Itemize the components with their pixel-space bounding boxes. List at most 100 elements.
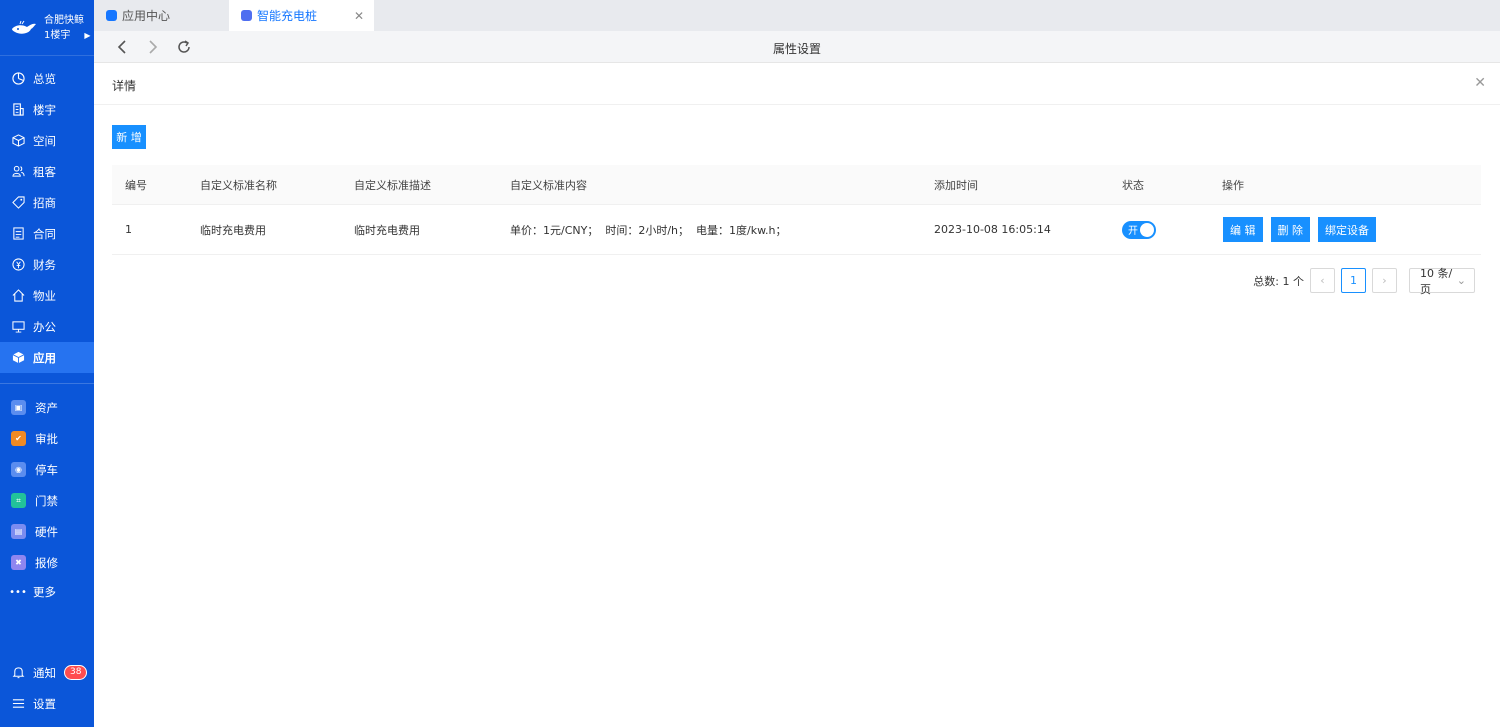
- sidebar-settings[interactable]: 设置: [0, 688, 94, 719]
- sidebar-item-building[interactable]: 楼宇: [0, 94, 94, 125]
- app-cube-icon: [11, 351, 25, 365]
- page-size-value: 10 条/页: [1420, 266, 1453, 296]
- sidebar-item-label: 审批: [35, 431, 58, 446]
- bell-icon: [11, 666, 25, 680]
- approval-icon: ✔: [11, 431, 26, 446]
- sidebar-item-space[interactable]: 空间: [0, 125, 94, 156]
- sidebar-item-label: 租客: [33, 164, 56, 179]
- bottom-nav: 通知 38 设置: [0, 657, 94, 719]
- close-icon[interactable]: ✕: [1474, 75, 1486, 91]
- row-id: 1: [125, 223, 132, 236]
- asset-icon: ▣: [11, 400, 26, 415]
- edit-button[interactable]: 编 辑: [1223, 217, 1263, 242]
- sidebar-app-hardware[interactable]: ▤ 硬件: [0, 516, 94, 547]
- data-table: 编号 自定义标准名称 自定义标准描述 自定义标准内容 添加时间 状态 操作 1 …: [112, 165, 1481, 255]
- building-icon: [11, 103, 25, 117]
- sidebar-item-property[interactable]: 物业: [0, 280, 94, 311]
- sidebar-item-tenant[interactable]: 租客: [0, 156, 94, 187]
- tab-app-center[interactable]: 应用中心: [94, 0, 228, 31]
- document-icon: [11, 227, 25, 241]
- sidebar-item-label: 报修: [35, 555, 58, 570]
- currency-icon: [11, 258, 25, 272]
- sidebar-item-contract[interactable]: 合同: [0, 218, 94, 249]
- status-cell: 开: [1122, 205, 1156, 254]
- sidebar-item-label: 物业: [33, 288, 56, 303]
- row-name: 临时充电费用: [200, 223, 266, 237]
- sidebar-more[interactable]: ••• 更多: [0, 578, 94, 606]
- sidebar-item-apps[interactable]: 应用: [0, 342, 94, 373]
- status-toggle[interactable]: 开: [1122, 220, 1156, 239]
- home-icon: [11, 289, 25, 303]
- repair-icon: ✖: [11, 555, 26, 570]
- table-header: 编号 自定义标准名称 自定义标准描述 自定义标准内容 添加时间 状态 操作: [112, 165, 1481, 205]
- building-name: 1楼宇: [44, 29, 71, 41]
- tab-label: 应用中心: [122, 9, 171, 23]
- tab-charging-pile[interactable]: 智能充电桩 ✕: [229, 0, 374, 31]
- delete-button[interactable]: 删 除: [1270, 217, 1310, 242]
- page-title: 属性设置: [772, 42, 821, 56]
- tag-icon: [11, 196, 25, 210]
- close-icon[interactable]: ✕: [354, 9, 364, 23]
- users-icon: [11, 165, 25, 179]
- next-page-button[interactable]: ›: [1372, 268, 1397, 293]
- sidebar-item-label: 空间: [33, 133, 56, 148]
- add-button[interactable]: 新 增: [112, 125, 146, 149]
- sidebar-item-label: 财务: [33, 257, 56, 272]
- column-header: 操作: [1222, 178, 1244, 192]
- chevron-right-icon: ›: [1382, 274, 1387, 287]
- sidebar-item-overview[interactable]: 总览: [0, 63, 94, 94]
- sidebar-item-finance[interactable]: 财务: [0, 249, 94, 280]
- sidebar-app-access[interactable]: ⌗ 门禁: [0, 485, 94, 516]
- sidebar-app-parking[interactable]: ◉ 停车: [0, 454, 94, 485]
- bind-device-button[interactable]: 绑定设备: [1318, 217, 1376, 242]
- tab-bar: 应用中心 智能充电桩 ✕: [94, 0, 1500, 31]
- column-header: 状态: [1122, 178, 1144, 192]
- sidebar-item-label: 门禁: [35, 493, 58, 508]
- page-size-select[interactable]: 10 条/页 ⌄: [1409, 267, 1475, 296]
- sidebar-app-asset[interactable]: ▣ 资产: [0, 392, 94, 423]
- charging-pile-icon: [241, 10, 252, 21]
- more-dots-icon: •••: [9, 586, 27, 598]
- access-control-icon: ⌗: [11, 493, 26, 508]
- brand[interactable]: 合肥快鲸 1楼宇 ▶: [0, 0, 94, 56]
- sidebar-item-label: 硬件: [35, 524, 58, 539]
- prev-page-button[interactable]: ‹: [1310, 268, 1335, 293]
- notification-badge: 38: [64, 665, 88, 680]
- toggle-knob: [1140, 222, 1154, 237]
- sidebar-item-label: 合同: [33, 226, 56, 241]
- brand-name: 合肥快鲸: [44, 14, 84, 26]
- sidebar-item-office[interactable]: 办公: [0, 311, 94, 342]
- sidebar-item-label: 总览: [33, 71, 56, 86]
- page-number[interactable]: 1: [1341, 268, 1366, 293]
- chevron-left-icon: ‹: [1320, 274, 1325, 287]
- parking-icon: ◉: [11, 462, 26, 477]
- sidebar-item-label: 停车: [35, 462, 58, 477]
- column-header: 添加时间: [934, 178, 978, 192]
- sidebar-item-label: 应用: [33, 350, 56, 365]
- caret-right-icon[interactable]: ▶: [84, 28, 90, 43]
- sidebar-item-label: 通知: [33, 665, 56, 680]
- column-header: 编号: [125, 178, 147, 192]
- total-count: 总数: 1 个: [1253, 274, 1304, 288]
- sidebar-app-repair[interactable]: ✖ 报修: [0, 547, 94, 578]
- dashboard-icon: [11, 72, 25, 86]
- hardware-icon: ▤: [11, 524, 26, 539]
- row-desc: 临时充电费用: [354, 223, 420, 237]
- table-row: 1 临时充电费用 临时充电费用 单价：1元/CNY； 时间：2小时/h； 电量：…: [112, 205, 1481, 255]
- column-header: 自定义标准描述: [354, 178, 431, 192]
- sidebar: 合肥快鲸 1楼宇 ▶ 总览 楼宇 空间 租客 招商 合同 财务 物业 办公 应用…: [0, 0, 94, 727]
- sidebar-item-leasing[interactable]: 招商: [0, 187, 94, 218]
- menu-icon: [11, 697, 25, 711]
- app-nav: ▣ 资产 ✔ 审批 ◉ 停车 ⌗ 门禁 ▤ 硬件 ✖ 报修 ••• 更多: [0, 392, 94, 606]
- sidebar-item-label: 资产: [35, 400, 58, 415]
- toggle-label: 开: [1128, 226, 1138, 237]
- pagination: 总数: 1 个 ‹ 1 › 10 条/页 ⌄: [1253, 267, 1475, 296]
- sidebar-item-label: 更多: [33, 585, 56, 599]
- tab-label: 智能充电桩: [257, 9, 318, 23]
- sidebar-item-label: 办公: [33, 319, 56, 334]
- sidebar-notify[interactable]: 通知 38: [0, 657, 94, 688]
- panel-title: 详情: [112, 79, 137, 93]
- sidebar-app-approval[interactable]: ✔ 审批: [0, 423, 94, 454]
- row-time: 2023-10-08 16:05:14: [934, 223, 1051, 236]
- chevron-down-icon: ⌄: [1456, 274, 1466, 287]
